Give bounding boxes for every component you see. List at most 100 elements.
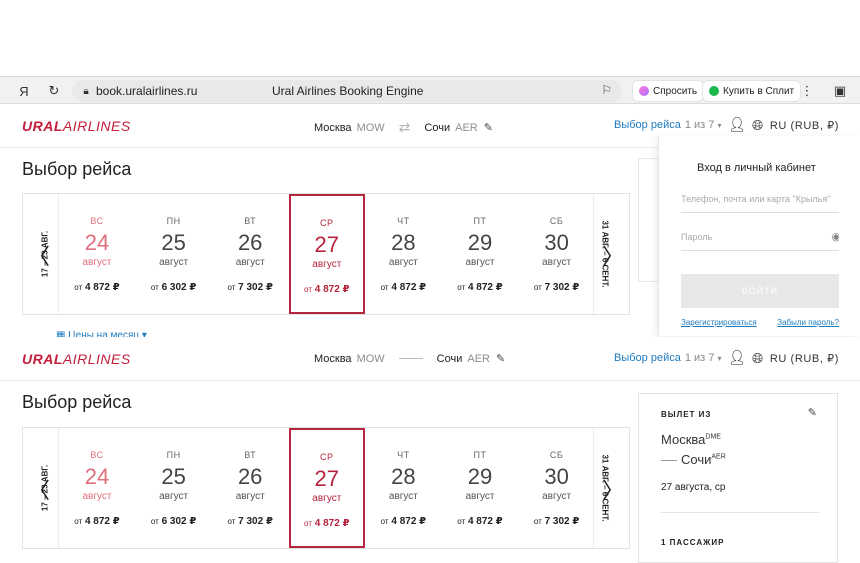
route-summary[interactable]: Москва MOW ⇄ Сочи AER ✎	[314, 119, 493, 136]
date-cell[interactable]: ПТ 29 август от 4 872 ₽	[442, 428, 518, 548]
divider	[661, 512, 819, 513]
side-card-edge	[638, 158, 658, 282]
alice-icon	[639, 86, 649, 96]
date-cell[interactable]: ВС 24 август от 4 872 ₽	[59, 428, 135, 548]
day-number: 29	[467, 230, 493, 255]
date-cell[interactable]: ВТ 26 август от 7 302 ₽	[212, 428, 288, 548]
airline-logo[interactable]: URALAIRLINES	[22, 351, 131, 367]
from-code: MOW	[356, 352, 385, 365]
login-links: Зарегистрироваться Забыли пароль?	[681, 318, 851, 327]
summary-to: СочиAER	[661, 452, 726, 467]
month-name: август	[159, 491, 189, 502]
day-number: 25	[161, 464, 186, 489]
split-button[interactable]: Купить в Сплит	[702, 80, 802, 102]
min-price: от 7 302 ₽	[533, 282, 580, 293]
sidebar-icon[interactable]: ▣	[830, 81, 850, 101]
airline-logo[interactable]: URALAIRLINES	[22, 118, 131, 134]
next-week-button[interactable]: 〉 31 АВГ. – 6 СЕНТ.	[593, 194, 629, 314]
route-summary[interactable]: Москва MOW Сочи AER ✎	[314, 352, 505, 366]
min-price: от 7 302 ₽	[227, 282, 273, 293]
date-strip: 〈 17 – 23 АВГ. 〉 31 АВГ. – 6 СЕНТ. ВС 24 а…	[22, 193, 630, 315]
min-price: от 6 302 ₽	[150, 282, 197, 293]
edit-icon[interactable]: ✎	[484, 121, 493, 134]
address-bar[interactable]: 🔒︎ book.uralairlines.ru Ural Airlines Bo…	[72, 80, 622, 102]
date-cell[interactable]: ПТ 29 август от 4 872 ₽	[442, 194, 518, 314]
login-input[interactable]: Телефон, почта или карта "Крылья"	[681, 194, 839, 213]
date-cell[interactable]: ЧТ 28 август от 4 872 ₽	[365, 428, 441, 548]
day-of-week: ВТ	[244, 216, 257, 226]
user-icon[interactable]: 👤︎	[728, 349, 746, 366]
min-price: от 7 302 ₽	[533, 516, 580, 527]
month-name: август	[235, 491, 265, 502]
password-input[interactable]: Пароль◉	[681, 232, 839, 251]
min-price: от 4 872 ₽	[304, 284, 350, 295]
date-cell[interactable]: СБ 30 август от 7 302 ₽	[519, 194, 595, 314]
min-price: от 4 872 ₽	[380, 282, 427, 293]
min-price: от 4 872 ₽	[457, 516, 503, 527]
month-name: август	[82, 491, 112, 502]
register-link[interactable]: Зарегистрироваться	[681, 318, 757, 327]
next-range-label: 31 АВГ. – 6 СЕНТ.	[600, 454, 610, 522]
month-name: август	[388, 257, 418, 268]
reload-icon[interactable]: ↻	[44, 81, 64, 101]
next-week-button[interactable]: 〉 31 АВГ. – 6 СЕНТ.	[593, 428, 629, 548]
site-header-2: URALAIRLINES Москва MOW Сочи AER ✎ Выбор…	[0, 337, 860, 381]
passenger-count[interactable]: 1 ПАССАЖИР	[661, 538, 724, 547]
next-range-label: 31 АВГ. – 6 СЕНТ.	[600, 220, 610, 288]
min-price: от 4 872 ₽	[457, 282, 503, 293]
forgot-password-link[interactable]: Забыли пароль?	[777, 318, 839, 327]
day-number: 29	[467, 464, 493, 489]
login-button[interactable]: ВОЙТИ	[681, 274, 839, 308]
globe-icon: 🌐︎	[752, 350, 764, 366]
date-cell[interactable]: ВС 24 август от 4 872 ₽	[59, 194, 135, 314]
departure-label: ВЫЛЕТ ИЗ	[661, 410, 712, 419]
month-name: август	[465, 491, 495, 502]
day-number: 30	[544, 464, 569, 489]
to-code: AER	[467, 352, 490, 365]
date-cell[interactable]: ЧТ 28 август от 4 872 ₽	[365, 194, 441, 314]
arrow-right-icon	[398, 358, 423, 359]
date-strip: 〈 17 – 23 АВГ. 〉 31 АВГ. – 6 СЕНТ. ВС 24 а…	[22, 427, 630, 549]
day-of-week: ПН	[166, 216, 181, 226]
prev-week-button[interactable]: 〈 17 – 23 АВГ.	[23, 428, 59, 548]
step-indicator[interactable]: Выбор рейса 1 из 7 ▾	[614, 119, 721, 131]
yandex-icon[interactable]: Я	[14, 81, 34, 101]
bookmark-icon[interactable]: ⚐	[601, 83, 612, 97]
day-number: 24	[84, 464, 110, 489]
prev-week-button[interactable]: 〈 17 – 23 АВГ.	[23, 194, 59, 314]
date-cell[interactable]: СБ 30 август от 7 302 ₽	[519, 428, 595, 548]
split-label: Купить в Сплит	[723, 85, 795, 97]
page-title: Ural Airlines Booking Engine	[272, 84, 424, 98]
day-of-week: ВС	[90, 216, 104, 226]
day-of-week: ПТ	[473, 216, 487, 226]
section-title: Выбор рейса	[22, 392, 132, 412]
edit-icon[interactable]: ✎	[808, 406, 817, 419]
date-cell[interactable]: СР 27 август от 4 872 ₽	[288, 428, 365, 548]
date-cell[interactable]: СР 27 август от 4 872 ₽	[288, 194, 365, 314]
language-selector[interactable]: 🌐︎ RU (RUB, ₽)	[752, 117, 839, 134]
from-city: Москва	[314, 352, 352, 365]
flight-summary-card: ВЫЛЕТ ИЗ ✎ МоскваDME СочиAER 27 августа,…	[638, 393, 838, 563]
login-title: Вход в личный кабинет	[697, 162, 816, 174]
ask-button[interactable]: Спросить	[632, 80, 705, 102]
day-of-week: ПН	[166, 450, 181, 460]
to-city: Сочи	[424, 121, 451, 134]
swap-icon[interactable]: ⇄	[399, 119, 411, 136]
day-number: 25	[161, 230, 186, 255]
eye-icon[interactable]: ◉	[831, 232, 839, 243]
more-menu-icon[interactable]: ⋮	[797, 81, 817, 101]
user-icon[interactable]: 👤︎	[728, 116, 746, 133]
language-selector[interactable]: 🌐︎ RU (RUB, ₽)	[752, 350, 839, 367]
summary-from: МоскваDME	[661, 432, 721, 447]
step-indicator[interactable]: Выбор рейса 1 из 7 ▾	[614, 352, 721, 364]
min-price: от 4 872 ₽	[74, 282, 120, 293]
month-name: август	[388, 491, 418, 502]
date-cell[interactable]: ВТ 26 август от 7 302 ₽	[212, 194, 288, 314]
edit-icon[interactable]: ✎	[496, 352, 505, 365]
date-cell[interactable]: ПН 25 август от 6 302 ₽	[136, 194, 212, 314]
day-of-week: ПТ	[473, 450, 487, 460]
month-name: август	[235, 257, 265, 268]
date-cell[interactable]: ПН 25 август от 6 302 ₽	[136, 428, 212, 548]
summary-date: 27 августа, ср	[661, 482, 726, 493]
chevron-down-icon: ▾	[717, 354, 722, 363]
